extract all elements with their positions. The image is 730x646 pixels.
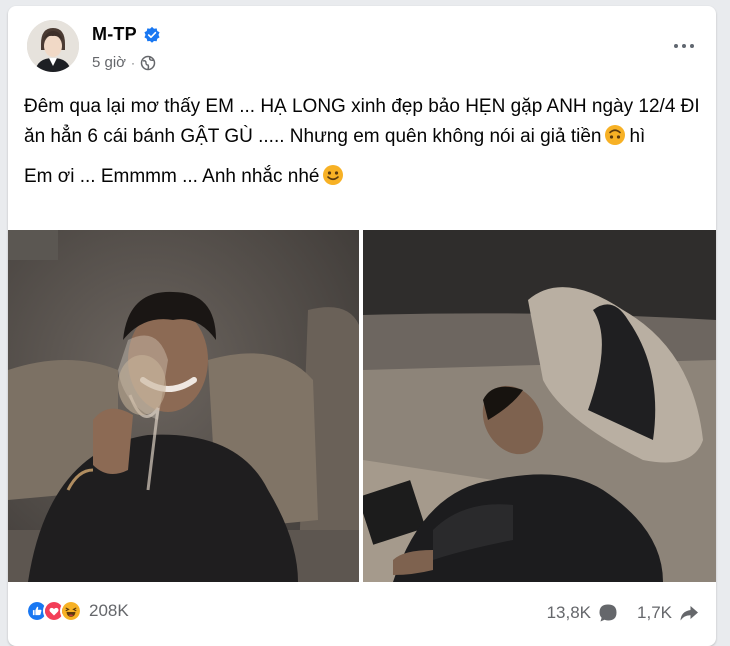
- globe-icon[interactable]: [140, 55, 156, 71]
- reaction-icons: [26, 600, 82, 622]
- author-name[interactable]: M-TP: [92, 24, 137, 45]
- post-paragraph-1: Đêm qua lại mơ thấy EM ... HẠ LONG xinh …: [24, 92, 714, 152]
- post-stats: 13,8K 1,7K: [547, 602, 700, 624]
- comments-count: 13,8K: [546, 603, 592, 622]
- reaction-count: 208K: [89, 601, 129, 620]
- more-options-icon: [674, 44, 678, 48]
- post-header: M-TP 5 giờ ·: [8, 6, 716, 86]
- upside-down-face-emoji-icon: [605, 125, 626, 145]
- post-timestamp[interactable]: 5 giờ: [92, 54, 126, 71]
- shares-count: 1,7K: [637, 603, 672, 622]
- post-text-line-2: Em ơi ... Emmmm ... Anh nhắc nhé: [24, 166, 320, 187]
- photo-man-lying-on-sofa: [363, 230, 716, 582]
- avatar-image: [27, 20, 79, 72]
- share-icon: [680, 606, 698, 621]
- post-photo-1[interactable]: [8, 230, 359, 582]
- post-card: M-TP 5 giờ · Đêm qua lại mơ thấy EM ... …: [8, 6, 716, 646]
- shares-count-link[interactable]: 1,7K: [637, 602, 700, 624]
- photo-man-with-wine-glass: [8, 230, 359, 582]
- haha-icon: [60, 600, 82, 622]
- meta-separator: ·: [131, 55, 136, 70]
- comment-icon: [599, 604, 617, 622]
- more-options-button[interactable]: [668, 34, 700, 58]
- more-options-dot: [690, 44, 694, 48]
- comments-count-link[interactable]: 13,8K: [547, 602, 619, 624]
- more-options-dot: [682, 44, 686, 48]
- author-line: M-TP: [92, 24, 161, 45]
- post-text-line-1: Đêm qua lại mơ thấy EM ... HẠ LONG xinh …: [24, 96, 700, 147]
- post-meta: 5 giờ ·: [92, 54, 156, 71]
- author-avatar[interactable]: [27, 20, 79, 72]
- post-text: Đêm qua lại mơ thấy EM ... HẠ LONG xinh …: [24, 92, 714, 202]
- verified-badge-icon: [144, 26, 160, 43]
- smiling-face-emoji-icon: [323, 165, 344, 185]
- post-photo-2[interactable]: [363, 230, 716, 582]
- post-footer: 208K 13,8K 1,7K: [8, 592, 716, 632]
- post-paragraph-2: Em ơi ... Emmmm ... Anh nhắc nhé: [24, 162, 714, 192]
- post-text-line-1-end: hì: [629, 126, 646, 147]
- reactions-summary[interactable]: 208K: [26, 600, 129, 622]
